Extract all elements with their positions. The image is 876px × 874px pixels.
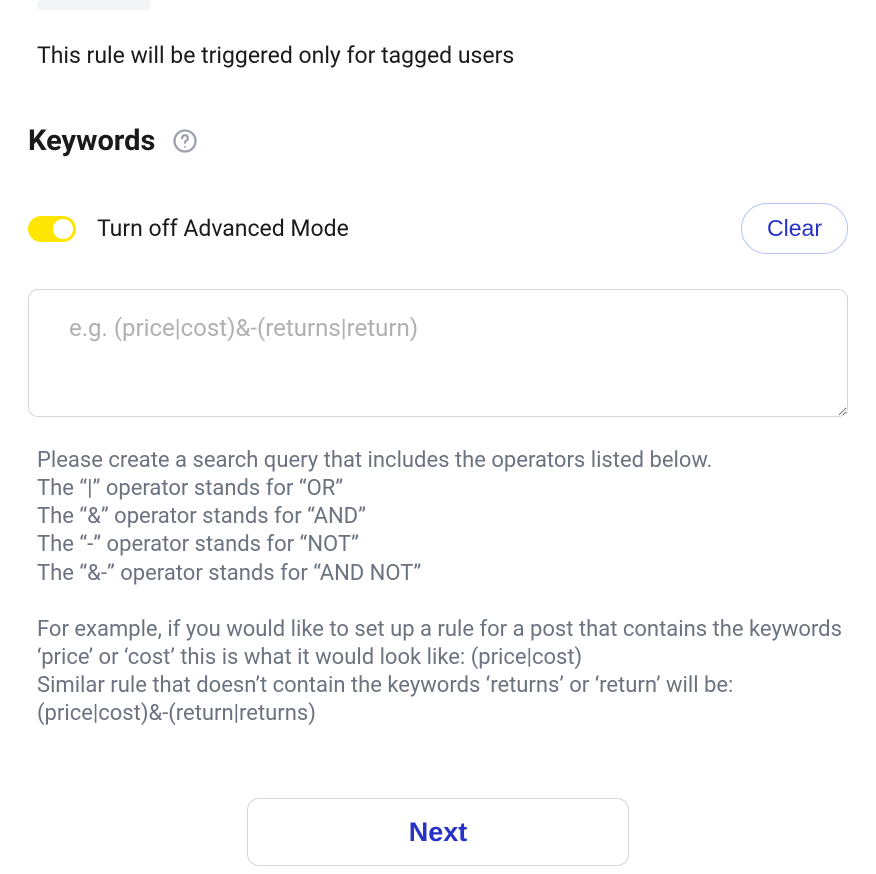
help-line-andnot: The “&-” operator stands for “AND NOT” (37, 560, 848, 588)
clear-button[interactable]: Clear (741, 203, 848, 254)
help-example-1: For example, if you would like to set up… (37, 616, 848, 672)
next-button[interactable]: Next (247, 798, 629, 866)
advanced-mode-row: Turn off Advanced Mode Clear (28, 203, 848, 254)
advanced-mode-left: Turn off Advanced Mode (28, 215, 349, 242)
tag-pill (37, 0, 151, 10)
keywords-section-header: Keywords (28, 124, 848, 158)
help-line-not: The “-” operator stands for “NOT” (37, 531, 848, 559)
rule-description-text: This rule will be triggered only for tag… (37, 42, 848, 69)
help-icon[interactable] (171, 127, 199, 155)
keywords-query-input[interactable] (28, 289, 848, 417)
help-line-and: The “&” operator stands for “AND” (37, 503, 848, 531)
advanced-mode-toggle[interactable] (28, 216, 76, 242)
help-line-or: The “|” operator stands for “OR” (37, 475, 848, 503)
help-example-2: Similar rule that doesn’t contain the ke… (37, 672, 848, 728)
keywords-title: Keywords (28, 124, 155, 158)
toggle-knob (53, 219, 73, 239)
advanced-mode-label: Turn off Advanced Mode (97, 215, 349, 242)
help-intro: Please create a search query that includ… (37, 447, 848, 475)
next-button-wrapper: Next (28, 798, 848, 866)
keywords-help-text: Please create a search query that includ… (37, 447, 848, 728)
